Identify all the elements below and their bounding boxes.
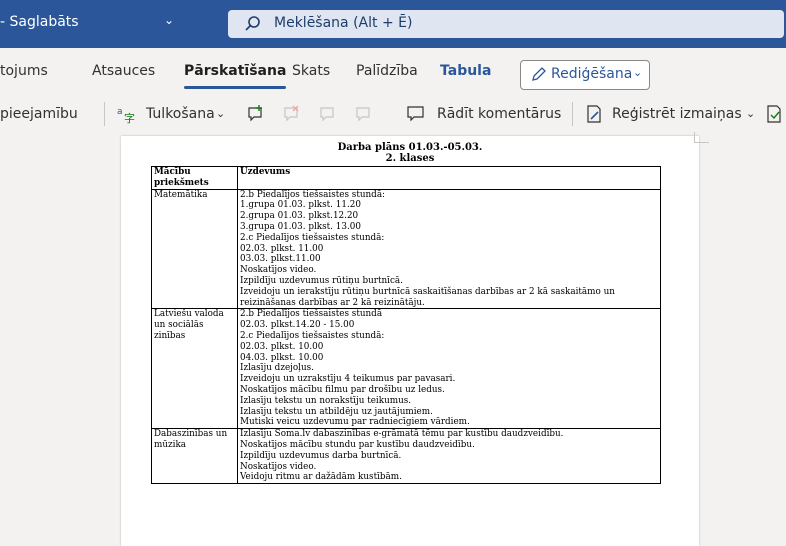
next-comment-icon[interactable] bbox=[354, 104, 374, 124]
track-changes-button[interactable]: Reģistrēt izmaiņas bbox=[612, 106, 742, 122]
task-line: Noskatījos mācību filmu par drošību uz l… bbox=[240, 384, 445, 395]
search-placeholder: Meklēšana (Alt + Ē) bbox=[274, 15, 413, 31]
task-line: Noskatījos video. bbox=[240, 461, 317, 472]
task-line: 2.b Piedalījos tiešsaistes stundā: bbox=[240, 189, 386, 200]
toolbar-divider bbox=[572, 102, 573, 126]
page-corner-mark bbox=[694, 132, 709, 143]
task-line: Izlasīju dzejoļus. bbox=[240, 363, 314, 374]
subject-cell[interactable]: Dabaszinības un mūzika bbox=[151, 428, 238, 485]
pen-icon bbox=[532, 67, 546, 81]
tab-references[interactable]: Atsauces bbox=[92, 63, 155, 79]
tab-view[interactable]: Skats bbox=[292, 63, 330, 79]
task-line: Mutiski veicu uzdevumu par radniecīgiem … bbox=[240, 417, 470, 428]
tab-help[interactable]: Palīdzība bbox=[356, 63, 418, 79]
task-cell[interactable]: Izlasīju Soma.lv dabaszinības e-grāmatā … bbox=[237, 428, 661, 485]
header-subject[interactable]: Mācību priekšmets bbox=[151, 166, 238, 190]
accept-icon[interactable] bbox=[764, 104, 784, 124]
task-line: Izlasīju tekstu un atbildēju uz jautājum… bbox=[240, 406, 433, 417]
task-line: 02.03. plkst.14.20 - 15.00 bbox=[240, 320, 355, 331]
editing-mode-button[interactable]: Rediģēšana ⌄ bbox=[520, 60, 650, 90]
task-line: 3.grupa 01.03. plkst. 13.00 bbox=[240, 221, 361, 232]
task-line: 02.03. plkst. 11.00 bbox=[240, 243, 324, 254]
task-line: 03.03. plkst.11.00 bbox=[240, 254, 321, 265]
previous-comment-icon[interactable] bbox=[318, 104, 338, 124]
table-row: Latviešu valoda un sociālās zinības 2.b … bbox=[151, 308, 661, 430]
table-header-row: Mācību priekšmets Uzdevums bbox=[151, 166, 661, 190]
task-line: Izveidoju un uzrakstīju 4 teikumus par p… bbox=[240, 374, 456, 385]
table-row: Dabaszinības un mūzika Izlasīju Soma.lv … bbox=[151, 428, 661, 485]
task-line: 02.03. plkst. 10.00 bbox=[240, 341, 324, 352]
task-line: Noskatījos video. bbox=[240, 265, 317, 276]
save-status[interactable]: - Saglabāts bbox=[0, 14, 79, 30]
chevron-down-icon[interactable]: ⌄ bbox=[216, 107, 225, 120]
show-comments-button[interactable]: Rādīt komentārus bbox=[437, 106, 561, 122]
task-line: Izpildīju uzdevumus darba burtnīcā. bbox=[240, 450, 402, 461]
document-canvas: Darba plāns 01.03.-05.03. 2. klases Mācī… bbox=[0, 132, 786, 546]
task-line: 2.c Piedalījos tiešsaistes stundā: bbox=[240, 232, 385, 243]
track-changes-icon[interactable] bbox=[584, 104, 604, 124]
task-line: Izlasīju tekstu un norakstīju teikumus. bbox=[240, 395, 412, 406]
chevron-down-icon[interactable]: ⌄ bbox=[164, 13, 174, 27]
ribbon-tabs: tojums Atsauces Pārskatīšana Skats Palīd… bbox=[0, 48, 786, 96]
task-line: 2.b Piedalījos tiešsaistes stundā bbox=[240, 309, 383, 320]
task-line: 1.grupa 01.03. plkst. 11.20 bbox=[240, 200, 361, 211]
document-title: Darba plāns 01.03.-05.03. bbox=[337, 142, 483, 153]
task-cell[interactable]: 2.b Piedalījos tiešsaistes stundā 02.03.… bbox=[237, 308, 661, 430]
ribbon-toolbar: pieejamību a 字 Tulkošana ⌄ Rādīt komentā… bbox=[0, 96, 786, 133]
search-box[interactable]: Meklēšana (Alt + Ē) bbox=[228, 10, 784, 38]
header-task[interactable]: Uzdevums bbox=[237, 166, 661, 190]
chevron-down-icon: ⌄ bbox=[633, 66, 643, 79]
translate-icon[interactable]: a 字 bbox=[117, 104, 137, 124]
task-line: 2.c Piedalījos tiešsaistes stundā: bbox=[240, 330, 385, 341]
task-line: Izlasīju Soma.lv dabaszinības e-grāmatā … bbox=[240, 429, 564, 440]
subject-cell[interactable]: Matemātika bbox=[151, 188, 238, 310]
tab-layout[interactable]: tojums bbox=[0, 63, 48, 79]
task-line: 04.03. plkst. 10.00 bbox=[240, 352, 324, 363]
toolbar-divider bbox=[104, 102, 105, 126]
chevron-down-icon[interactable]: ⌄ bbox=[746, 107, 755, 120]
translate-button[interactable]: Tulkošana bbox=[146, 106, 215, 122]
new-comment-icon[interactable] bbox=[246, 104, 266, 124]
accessibility-button[interactable]: pieejamību bbox=[0, 106, 78, 122]
task-line: Izveidoju un ierakstīju rūtiņu burtnīcā … bbox=[240, 286, 615, 297]
task-line: Veidoju ritmu ar dažādām kustībām. bbox=[240, 472, 402, 483]
table-row: Matemātika 2.b Piedalījos tiešsaistes st… bbox=[151, 188, 661, 310]
document-subtitle: 2. klases bbox=[385, 153, 435, 164]
tab-table[interactable]: Tabula bbox=[440, 63, 491, 79]
task-line: reizināšanas darbības ar 2 kā reizinātāj… bbox=[240, 297, 425, 308]
svg-text:a: a bbox=[117, 107, 123, 117]
tab-review[interactable]: Pārskatīšana bbox=[184, 63, 287, 89]
task-cell[interactable]: 2.b Piedalījos tiešsaistes stundā: 1.gru… bbox=[237, 188, 661, 310]
delete-comment-icon[interactable] bbox=[282, 104, 302, 124]
search-icon bbox=[245, 16, 260, 31]
subject-cell[interactable]: Latviešu valoda un sociālās zinības bbox=[151, 308, 238, 430]
editing-mode-label: Rediģēšana bbox=[551, 66, 633, 82]
svg-text:字: 字 bbox=[124, 111, 135, 124]
task-line: 2.grupa 01.03. plkst.12.20 bbox=[240, 211, 359, 222]
document-page[interactable]: Darba plāns 01.03.-05.03. 2. klases Mācī… bbox=[121, 136, 699, 546]
task-line: Izpildīju uzdevumus rūtiņu burtnīcā. bbox=[240, 275, 403, 286]
plan-table: Mācību priekšmets Uzdevums Matemātika 2.… bbox=[151, 166, 661, 485]
task-line: Noskatījos mācību stundu par kustību dau… bbox=[240, 439, 475, 450]
title-bar: - Saglabāts ⌄ Meklēšana (Alt + Ē) bbox=[0, 0, 786, 48]
comment-icon[interactable] bbox=[406, 104, 426, 124]
